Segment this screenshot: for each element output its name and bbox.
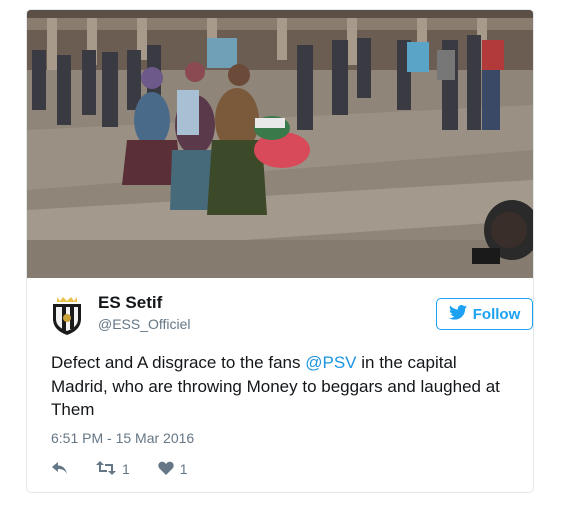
reply-icon — [51, 461, 68, 478]
twitter-bird-icon — [448, 304, 467, 324]
tweet-photo[interactable] — [27, 10, 533, 278]
reply-button[interactable] — [51, 461, 68, 478]
tweet-text: Defect and A disgrace to the fans @PSV i… — [51, 351, 511, 422]
follow-label: Follow — [472, 305, 521, 323]
tweet-text-before: Defect and A disgrace to the fans — [51, 353, 306, 372]
follow-button[interactable]: Follow — [436, 298, 533, 330]
display-name[interactable]: ES Setif — [98, 293, 162, 313]
user-handle[interactable]: @ESS_Officiel — [98, 316, 191, 332]
tweet-timestamp[interactable]: 6:51 PM - 15 Mar 2016 — [51, 430, 194, 446]
tweet-header: ES Setif @ESS_Officiel Follow — [51, 293, 533, 343]
like-button[interactable]: 1 — [158, 461, 188, 478]
mention-link[interactable]: @PSV — [305, 353, 356, 372]
plaza-photo — [27, 10, 533, 278]
like-count: 1 — [179, 461, 188, 477]
retweet-icon — [96, 460, 116, 478]
tweet-card: ES Setif @ESS_Officiel Follow Defect and… — [26, 9, 534, 493]
retweet-count: 1 — [122, 461, 130, 477]
heart-icon — [158, 461, 174, 478]
es-setif-crest-icon[interactable] — [51, 297, 83, 335]
tweet-actions: 1 1 — [51, 459, 216, 479]
retweet-button[interactable]: 1 — [96, 460, 130, 478]
